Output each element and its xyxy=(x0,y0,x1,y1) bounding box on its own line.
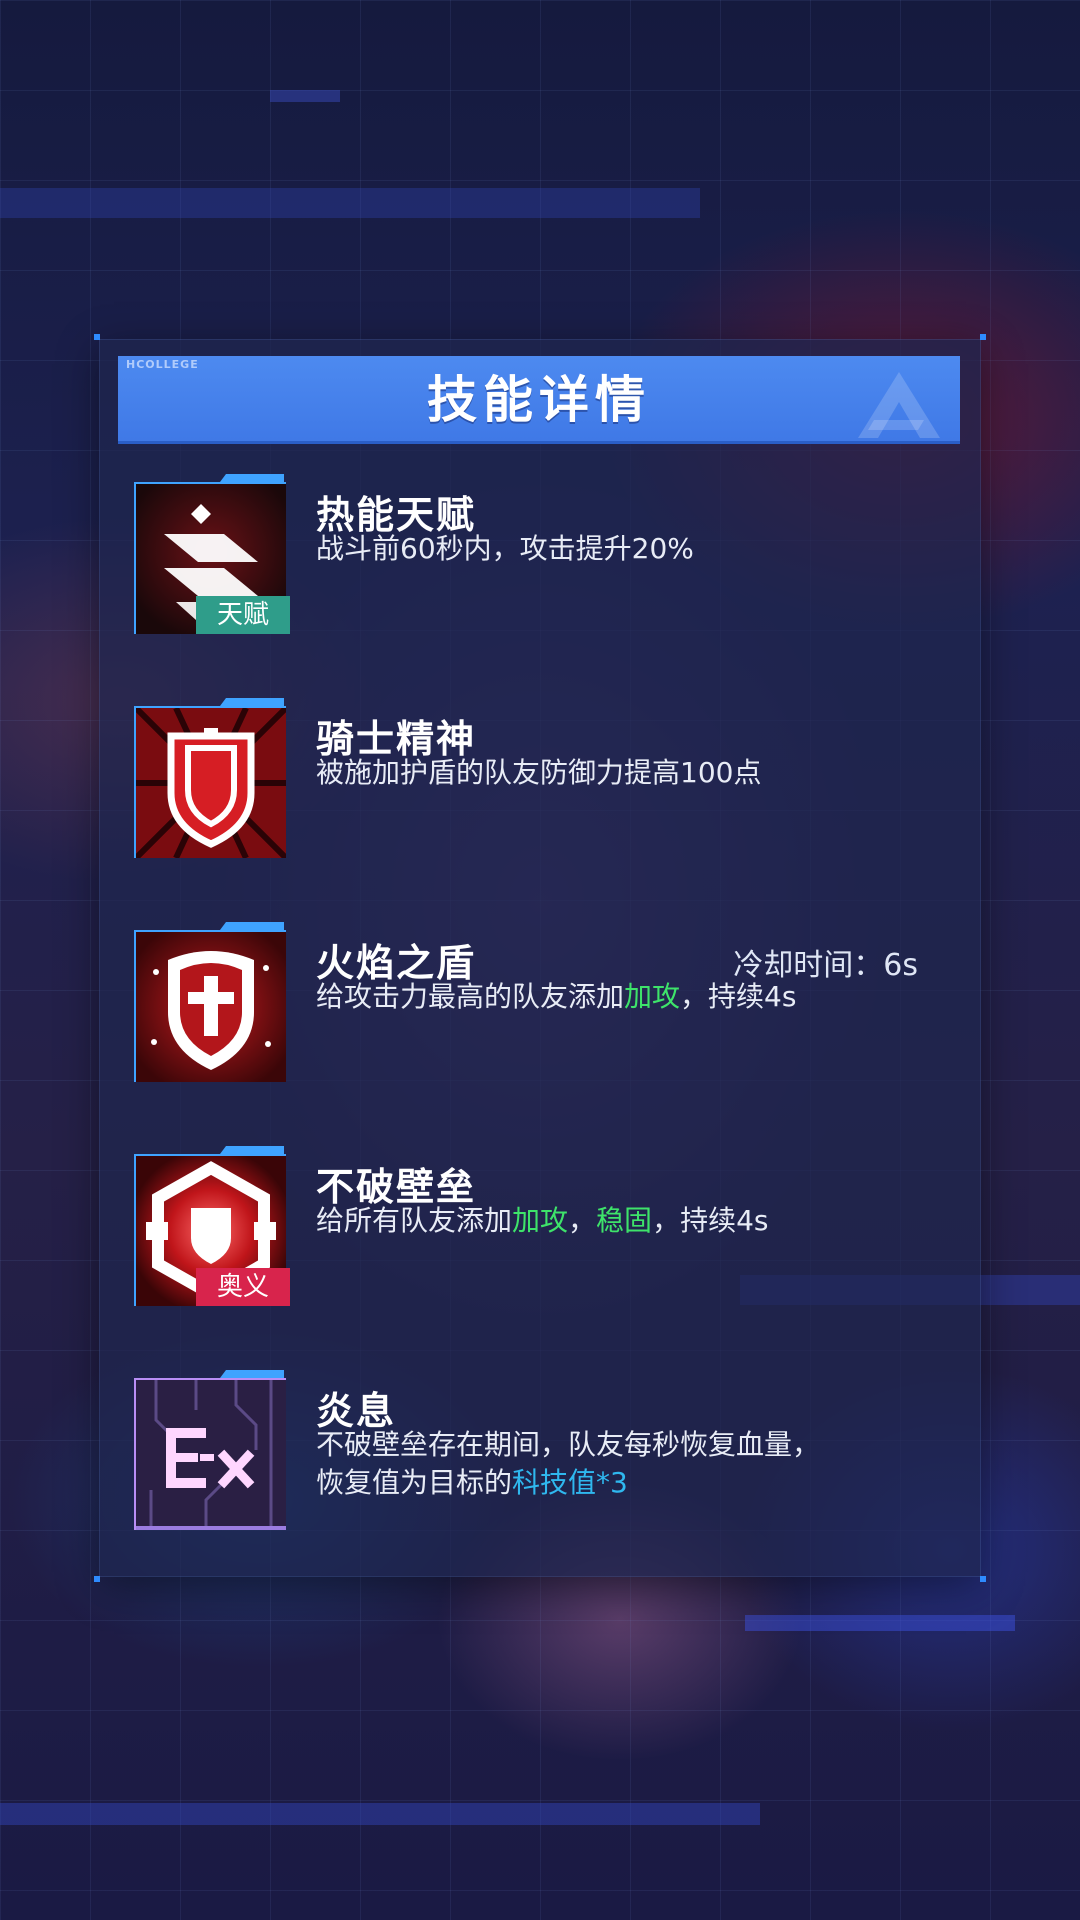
corner-dot xyxy=(980,1576,986,1582)
skill-description: 不破壁垒存在期间，队友每秒恢复血量， 恢复值为目标的科技值*3 xyxy=(316,1426,936,1502)
skill-icon-frame: 天赋 xyxy=(134,474,290,634)
glitch-bar xyxy=(0,188,700,218)
buff-attack-text: 加攻 xyxy=(624,980,681,1013)
flame-shield-icon xyxy=(134,930,286,1082)
ex-circuit-icon xyxy=(134,1378,286,1530)
skill-icon-frame xyxy=(134,1370,286,1530)
skill-details-panel: HCOLLEGE 技能详情 天赋 热能天赋 战斗前60秒内，攻击提升20% 骑士… xyxy=(94,334,986,1582)
desc-text: ， xyxy=(568,1204,597,1237)
title-bar: HCOLLEGE 技能详情 xyxy=(118,356,960,444)
icon-frame-tab xyxy=(220,1370,284,1378)
icon-frame-tab xyxy=(220,474,284,482)
buff-steady-text: 稳固 xyxy=(596,1204,653,1237)
desc-text: 不破壁垒存在期间，队友每秒恢复血量， xyxy=(316,1428,821,1461)
skill-description: 给所有队友添加加攻，稳固，持续4s xyxy=(316,1202,936,1240)
skill-row[interactable]: 炎息 不破壁垒存在期间，队友每秒恢复血量， 恢复值为目标的科技值*3 xyxy=(134,1370,954,1530)
desc-text: ，持续4s xyxy=(652,1204,769,1237)
desc-text: 恢复值为目标的 xyxy=(316,1466,513,1499)
icon-frame-tab xyxy=(220,698,284,706)
skill-row[interactable]: 天赋 热能天赋 战斗前60秒内，攻击提升20% xyxy=(134,474,954,634)
skill-description: 给攻击力最高的队友添加加攻，持续4s xyxy=(316,978,936,1016)
glitch-bar xyxy=(270,90,340,102)
desc-text: 给攻击力最高的队友添加 xyxy=(316,980,625,1013)
knight-shield-icon xyxy=(134,706,286,858)
skill-row[interactable]: 骑士精神 被施加护盾的队友防御力提高100点 xyxy=(134,698,954,858)
ultimate-badge: 奥义 xyxy=(196,1268,290,1306)
icon-frame-tab xyxy=(220,1146,284,1154)
glitch-bar xyxy=(0,1803,760,1825)
talent-badge: 天赋 xyxy=(196,596,290,634)
skill-row[interactable]: 奥义 不破壁垒 给所有队友添加加攻，稳固，持续4s xyxy=(134,1146,954,1306)
skill-row[interactable]: 火焰之盾 冷却时间：6s 给攻击力最高的队友添加加攻，持续4s xyxy=(134,922,954,1082)
icon-frame-tab xyxy=(220,922,284,930)
brand-logo-icon xyxy=(858,372,940,438)
skill-description: 被施加护盾的队友防御力提高100点 xyxy=(316,756,762,789)
corner-dot xyxy=(94,1576,100,1582)
buff-attack-text: 加攻 xyxy=(512,1204,569,1237)
corner-dot xyxy=(980,334,986,340)
tech-value-text: 科技值*3 xyxy=(512,1466,628,1499)
corner-dot xyxy=(94,334,100,340)
desc-text: 给所有队友添加 xyxy=(316,1204,513,1237)
skill-icon-frame: 奥义 xyxy=(134,1146,290,1306)
skill-icon-frame xyxy=(134,922,286,1082)
desc-text: ，持续4s xyxy=(680,980,797,1013)
panel-title: 技能详情 xyxy=(427,371,651,429)
glitch-bar xyxy=(745,1615,1015,1631)
skill-icon-frame xyxy=(134,698,286,858)
skill-description: 战斗前60秒内，攻击提升20% xyxy=(316,532,694,565)
